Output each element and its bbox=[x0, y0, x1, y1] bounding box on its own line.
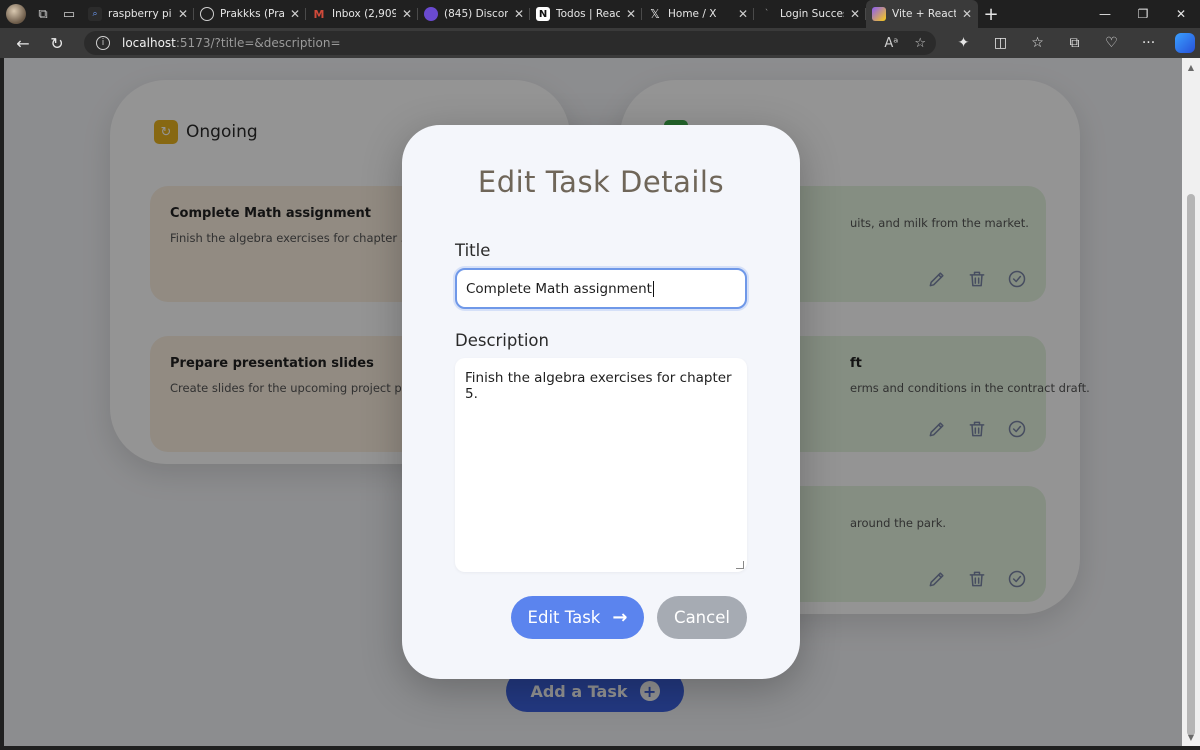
url-host: localhost bbox=[122, 36, 176, 50]
close-icon[interactable]: ✕ bbox=[962, 7, 972, 21]
address-bar-row: ← ↻ i localhost:5173/?title=&description… bbox=[0, 28, 1200, 58]
title-label: Title bbox=[455, 241, 491, 260]
vite-icon bbox=[872, 7, 886, 21]
tab-title: (845) Discord bbox=[444, 8, 508, 20]
info-icon[interactable]: i bbox=[96, 36, 110, 50]
url-path: :5173/?title=&description= bbox=[175, 36, 341, 50]
extensions-icon[interactable]: ✦ bbox=[945, 28, 982, 58]
tab-discord[interactable]: (845) Discord ✕ bbox=[418, 0, 530, 28]
workspaces-icon[interactable]: ⧉ bbox=[30, 1, 56, 27]
more-menu-icon[interactable]: ··· bbox=[1130, 28, 1167, 58]
title-input-value: Complete Math assignment bbox=[466, 280, 652, 297]
reload-icon[interactable]: ↻ bbox=[40, 28, 74, 58]
read-aloud-icon[interactable]: Aᵃ bbox=[884, 36, 898, 51]
favorite-star-icon[interactable]: ☆ bbox=[914, 36, 926, 51]
tab-title: raspberry pi bbox=[108, 8, 172, 20]
tab-title: Prakkks (Prak bbox=[220, 8, 284, 20]
edit-task-label: Edit Task bbox=[527, 608, 601, 627]
scroll-up-icon[interactable]: ▲ bbox=[1182, 60, 1200, 74]
tab-title: Home / X bbox=[668, 8, 717, 20]
close-icon[interactable]: ✕ bbox=[514, 7, 524, 21]
x-icon: 𝕏 bbox=[650, 7, 660, 21]
profile-avatar[interactable] bbox=[6, 4, 26, 24]
vertical-scrollbar[interactable]: ▲ ▼ bbox=[1182, 58, 1200, 746]
arrow-right-icon: → bbox=[612, 607, 628, 628]
window-frame bbox=[0, 746, 1200, 750]
tab-x-home[interactable]: 𝕏 Home / X ✕ bbox=[642, 0, 754, 28]
description-value: Finish the algebra exercises for chapter… bbox=[465, 370, 732, 402]
address-bar[interactable]: i localhost:5173/?title=&description= Aᵃ… bbox=[84, 31, 936, 55]
browser-essentials-icon[interactable]: ♡ bbox=[1093, 28, 1130, 58]
gmail-icon: M bbox=[313, 7, 325, 21]
page-icon: ˋ bbox=[764, 9, 770, 19]
close-icon[interactable]: ✕ bbox=[626, 7, 636, 21]
tab-gmail[interactable]: M Inbox (2,909) ✕ bbox=[306, 0, 418, 28]
new-tab-button[interactable]: + bbox=[978, 0, 1004, 28]
description-label: Description bbox=[455, 331, 549, 350]
tab-github[interactable]: Prakkks (Prak ✕ bbox=[194, 0, 306, 28]
search-icon: ⌕ bbox=[88, 7, 102, 21]
tab-title: Login Succes bbox=[780, 8, 844, 20]
copilot-icon[interactable] bbox=[1175, 33, 1195, 53]
close-icon[interactable]: ✕ bbox=[850, 7, 860, 21]
tab-title: Inbox (2,909) bbox=[332, 8, 396, 20]
toolbar: ✦ ◫ ☆ ⧉ ♡ ··· bbox=[945, 28, 1195, 58]
tab-title: Vite + React bbox=[892, 8, 956, 20]
close-icon[interactable]: ✕ bbox=[402, 7, 412, 21]
scrollbar-thumb[interactable] bbox=[1187, 194, 1195, 736]
discord-icon bbox=[424, 7, 438, 21]
address-bar-actions: Aᵃ ☆ bbox=[884, 31, 926, 55]
title-input[interactable]: Complete Math assignment bbox=[455, 268, 747, 309]
edit-task-button[interactable]: Edit Task → bbox=[511, 596, 644, 639]
tab-title: Todos | React bbox=[556, 8, 620, 20]
collections-icon[interactable]: ⧉ bbox=[1056, 28, 1093, 58]
description-textarea[interactable]: Finish the algebra exercises for chapter… bbox=[455, 358, 747, 572]
modal-heading: Edit Task Details bbox=[477, 165, 725, 199]
split-screen-icon[interactable]: ◫ bbox=[982, 28, 1019, 58]
close-icon[interactable]: ✕ bbox=[178, 7, 188, 21]
close-icon[interactable]: ✕ bbox=[290, 7, 300, 21]
favorites-icon[interactable]: ☆ bbox=[1019, 28, 1056, 58]
text-caret bbox=[652, 280, 654, 297]
window-controls: — ❐ ✕ bbox=[1086, 0, 1200, 28]
restore-icon[interactable]: ❐ bbox=[1124, 0, 1162, 28]
tab-bar: ⧉ ▭ ⌕ raspberry pi ✕ Prakkks (Prak ✕ M I… bbox=[0, 0, 1200, 28]
window-close-icon[interactable]: ✕ bbox=[1162, 0, 1200, 28]
edit-task-modal: Edit Task Details Title Complete Math as… bbox=[402, 125, 800, 679]
resize-handle-icon[interactable] bbox=[736, 561, 744, 569]
cancel-button[interactable]: Cancel bbox=[657, 596, 747, 639]
tab-vite-react[interactable]: Vite + React ✕ bbox=[866, 0, 978, 28]
tab-login-success[interactable]: ˋ Login Succes ✕ bbox=[754, 0, 866, 28]
notion-icon: N bbox=[536, 7, 550, 21]
github-icon bbox=[200, 7, 214, 21]
cancel-label: Cancel bbox=[674, 608, 730, 627]
close-icon[interactable]: ✕ bbox=[738, 7, 748, 21]
tab-raspberry-pi[interactable]: ⌕ raspberry pi ✕ bbox=[82, 0, 194, 28]
scroll-down-icon[interactable]: ▼ bbox=[1182, 730, 1200, 744]
minimize-icon[interactable]: — bbox=[1086, 0, 1124, 28]
tab-actions-icon[interactable]: ▭ bbox=[56, 1, 82, 27]
back-arrow-icon[interactable]: ← bbox=[6, 28, 40, 58]
page-viewport: ↻ Ongoing Complete Math assignment Finis… bbox=[4, 58, 1182, 746]
tab-todos-react[interactable]: N Todos | React ✕ bbox=[530, 0, 642, 28]
